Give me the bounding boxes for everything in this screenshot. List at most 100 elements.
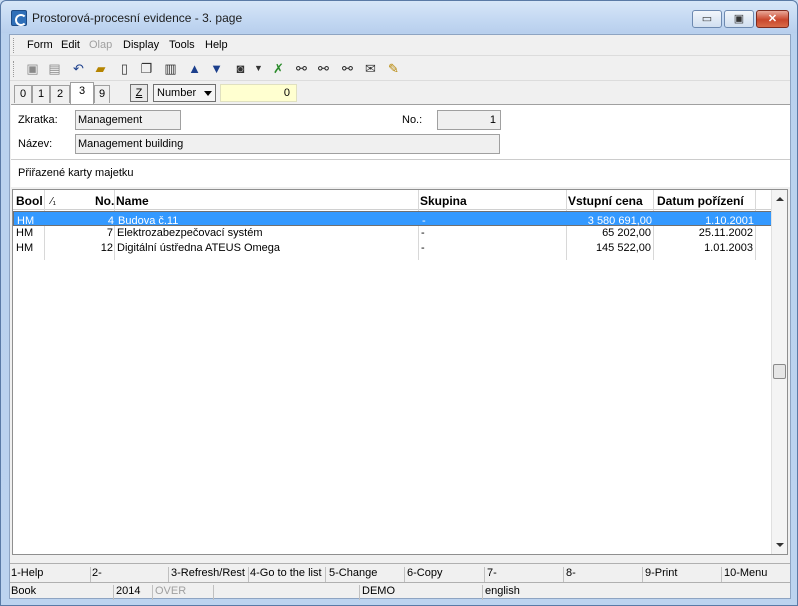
- status-year: 2014: [115, 585, 153, 600]
- cell-no: 7: [106, 227, 113, 239]
- fkey-8[interactable]: 8-: [566, 567, 643, 582]
- camera-icon[interactable]: ◙: [232, 60, 249, 77]
- z-button[interactable]: Z: [130, 84, 148, 102]
- minimize-button[interactable]: ▭: [692, 10, 722, 28]
- menu-bar: Form Edit Olap Display Tools Help: [10, 35, 790, 56]
- cell-datum: 25.11.2002: [698, 227, 753, 239]
- menu-display[interactable]: Display: [123, 39, 159, 51]
- tab-2[interactable]: 2: [50, 85, 70, 103]
- toolbar-grip[interactable]: [13, 61, 16, 77]
- cell-name: Elektrozabezpečovací systém: [117, 227, 263, 239]
- col-no[interactable]: No.: [95, 194, 114, 208]
- assets-grid[interactable]: Bool ⁄₁ No. Name Skupina Vstupní cena Da…: [12, 189, 788, 555]
- section-header: Přiřazené karty majetku: [11, 159, 790, 187]
- no-label: No.:: [402, 114, 423, 126]
- mail-icon[interactable]: ✉: [362, 60, 379, 77]
- section-title: Přiřazené karty majetku: [18, 167, 134, 179]
- table-row[interactable]: HM 4 Budova č.11 - 3 580 691,00 1.10.200…: [13, 211, 773, 227]
- col-skupina[interactable]: Skupina: [420, 194, 467, 208]
- col-datum[interactable]: Datum pořízení: [657, 194, 744, 208]
- binoculars-icon[interactable]: ⚯: [293, 60, 310, 77]
- grid-header: Bool ⁄₁ No. Name Skupina Vstupní cena Da…: [13, 190, 773, 210]
- cell-cena: 65 202,00: [602, 227, 651, 239]
- tab-row: 0 1 2 3 9 Z Number 0: [10, 82, 790, 104]
- tab-3[interactable]: 3: [70, 82, 94, 104]
- function-key-bar: 1-Help 2- 3-Refresh/Rest 4-Go to the lis…: [10, 563, 790, 582]
- scroll-thumb[interactable]: [773, 364, 786, 379]
- status-language: english: [485, 585, 520, 597]
- scroll-down-icon[interactable]: [776, 543, 784, 547]
- menu-olap[interactable]: Olap: [89, 39, 112, 51]
- nazev-field[interactable]: Management building: [75, 134, 500, 154]
- cell-no: 12: [100, 242, 113, 254]
- client-area: Form Edit Olap Display Tools Help ▣ ▤ ↶ …: [9, 34, 791, 600]
- sort-indicator[interactable]: ⁄₁: [51, 196, 56, 207]
- toolbar: ▣ ▤ ↶ ▰ ▯ ❐ ▥ ▲ ▼ ◙ ▼ ✗ ⚯ ⚯ ⚯ ✉ ✎: [10, 57, 790, 81]
- sort-select[interactable]: Number: [153, 84, 216, 102]
- save-icon[interactable]: ▣: [24, 60, 41, 77]
- fkey-9[interactable]: 9-Print: [645, 567, 722, 582]
- copy-document-icon[interactable]: ❐: [138, 60, 155, 77]
- scroll-up-icon[interactable]: [776, 197, 784, 201]
- tab-0[interactable]: 0: [14, 85, 32, 103]
- col-cena[interactable]: Vstupní cena: [568, 194, 643, 208]
- menu-form[interactable]: Form: [27, 39, 53, 51]
- window-title: Prostorová-procesní evidence - 3. page: [32, 11, 243, 25]
- fkey-3[interactable]: 3-Refresh/Rest: [171, 567, 249, 582]
- tab-9[interactable]: 9: [94, 85, 110, 103]
- menu-grip[interactable]: [13, 38, 16, 53]
- fkey-1[interactable]: 1-Help: [11, 567, 91, 582]
- open-folder-icon[interactable]: ▰: [92, 60, 109, 77]
- fkey-7[interactable]: 7-: [487, 567, 564, 582]
- new-document-icon[interactable]: ▯: [116, 60, 133, 77]
- cell-skupina: -: [421, 242, 425, 254]
- main-window: Prostorová-procesní evidence - 3. page ▭…: [0, 0, 798, 606]
- col-book[interactable]: Bool: [16, 194, 43, 208]
- tab-1[interactable]: 1: [32, 85, 50, 103]
- status-over: OVER: [154, 585, 214, 600]
- maximize-button[interactable]: ▣: [724, 10, 754, 28]
- status-book: Book: [10, 585, 114, 600]
- arrow-up-icon[interactable]: ▲: [186, 60, 203, 77]
- zkratka-label: Zkratka:: [18, 114, 58, 126]
- binoculars-next-icon[interactable]: ⚯: [315, 60, 332, 77]
- cell-book: HM: [16, 242, 34, 254]
- table-row[interactable]: HM 12 Digitální ústředna ATEUS Omega - 1…: [13, 241, 773, 256]
- col-name[interactable]: Name: [116, 194, 149, 208]
- edit-note-icon[interactable]: ✎: [385, 60, 402, 77]
- dropdown-icon[interactable]: ▼: [250, 60, 267, 77]
- status-bar: Book 2014 OVER DEMO english: [10, 582, 790, 600]
- fkey-2[interactable]: 2-: [92, 567, 169, 582]
- menu-edit[interactable]: Edit: [61, 39, 80, 51]
- fkey-5[interactable]: 5-Change: [329, 567, 405, 582]
- cell-cena: 145 522,00: [595, 242, 651, 254]
- table-row[interactable]: HM 7 Elektrozabezpečovací systém - 65 20…: [13, 226, 773, 241]
- cell-book: HM: [16, 227, 34, 239]
- title-bar[interactable]: Prostorová-procesní evidence - 3. page ▭…: [1, 1, 797, 33]
- undo-icon[interactable]: ↶: [70, 60, 87, 77]
- fkey-10[interactable]: 10-Menu: [724, 567, 788, 582]
- menu-help[interactable]: Help: [205, 39, 228, 51]
- nazev-label: Název:: [18, 138, 53, 150]
- binoculars-prev-icon[interactable]: ⚯: [339, 60, 356, 77]
- menu-tools[interactable]: Tools: [169, 39, 195, 51]
- number-input[interactable]: 0: [220, 84, 297, 102]
- zkratka-field[interactable]: Management: [75, 110, 181, 130]
- book-icon[interactable]: ▥: [162, 60, 179, 77]
- arrow-down-icon[interactable]: ▼: [208, 60, 225, 77]
- chevron-down-icon: [204, 91, 212, 96]
- no-field[interactable]: 1: [437, 110, 501, 130]
- sort-select-value: Number: [157, 87, 197, 99]
- cell-skupina: -: [421, 227, 425, 239]
- status-empty: [215, 585, 360, 600]
- close-button[interactable]: ✕: [756, 10, 789, 28]
- vertical-scrollbar[interactable]: [771, 190, 787, 554]
- fkey-4[interactable]: 4-Go to the list: [250, 567, 326, 582]
- cell-name: Digitální ústředna ATEUS Omega: [117, 242, 281, 254]
- cell-datum: 1.01.2003: [704, 242, 753, 254]
- status-demo: DEMO: [361, 585, 483, 600]
- save-all-icon[interactable]: ▤: [46, 60, 63, 77]
- app-icon: [11, 10, 27, 26]
- filter-icon[interactable]: ✗: [270, 60, 287, 77]
- fkey-6[interactable]: 6-Copy: [407, 567, 485, 582]
